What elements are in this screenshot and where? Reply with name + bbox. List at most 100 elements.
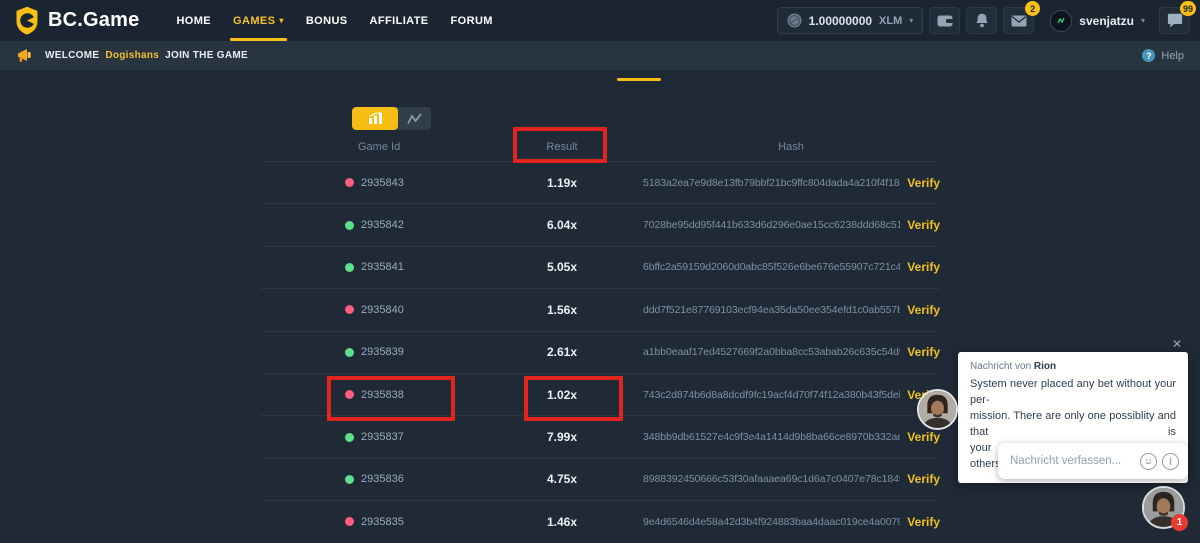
table-row: 2935836 4.75x 8988392450666c53f30afaaaea… [260, 458, 940, 500]
wallet-button[interactable] [929, 7, 960, 34]
column-header-hash: Hash [624, 141, 900, 153]
status-dot-icon [345, 433, 354, 442]
info-icon[interactable] [1162, 453, 1179, 470]
chat-from-label: Nachricht von [970, 361, 1031, 372]
top-navbar: BC.Game HOME GAMES ▾ BONUS AFFILIATE FOR… [0, 0, 1200, 41]
notifications-button[interactable] [966, 7, 997, 34]
result-value: 6.04x [500, 218, 624, 232]
header-controls: 1.00000000 XLM ▾ [777, 7, 1190, 34]
game-id-value: 2935838 [361, 389, 404, 401]
chat-toggle-button[interactable]: 99 [1159, 7, 1190, 34]
brand[interactable]: BC.Game [14, 6, 139, 35]
trend-line-icon [407, 113, 422, 125]
status-dot-icon [345, 390, 354, 399]
game-id-cell: 2935841 [260, 261, 500, 273]
game-id-cell: 2935843 [260, 177, 500, 189]
status-dot-icon [345, 178, 354, 187]
game-id-value: 2935843 [361, 177, 404, 189]
nav-games[interactable]: GAMES ▾ [222, 0, 295, 41]
chat-message-line: System never placed any bet without your… [970, 377, 1176, 409]
game-id-cell: 2935839 [260, 346, 500, 358]
chevron-down-icon: ▾ [279, 17, 283, 25]
chat-input[interactable] [1010, 455, 1135, 467]
result-value: 1.56x [500, 303, 624, 317]
status-dot-icon [345, 305, 354, 314]
table-row: 2935838 1.02x 743c2d874b6d8a8dcdf9fc19ac… [260, 373, 940, 415]
verify-link[interactable]: Verify [900, 515, 940, 529]
welcome-suffix: JOIN THE GAME [165, 50, 248, 61]
table-row: 2935843 1.19x 5183a2ea7e9d8e13fb79bbf21b… [260, 161, 940, 203]
tab-indicator [617, 78, 661, 81]
game-id-value: 2935841 [361, 261, 404, 273]
trend-view-button[interactable] [398, 107, 431, 130]
hash-value: 5183a2ea7e9d8e13fb79bbf21bc9ffc804dada4a… [624, 177, 900, 189]
verify-link[interactable]: Verify [900, 472, 940, 486]
user-menu[interactable]: svenjatzu ▾ [1050, 10, 1145, 32]
chat-input-container [998, 443, 1188, 479]
verify-link[interactable]: Verify [900, 303, 940, 317]
table-row: 2935837 7.99x 348bb9db61527e4c9f3e4a1414… [260, 415, 940, 457]
hash-value: 9e4d6546d4e58a42d3b4f924883baa4daac019ce… [624, 516, 900, 528]
game-id-cell: 2935835 [260, 516, 500, 528]
bar-chart-icon [368, 112, 383, 125]
bcgame-logo-icon [14, 6, 40, 35]
column-header-game-id: Game Id [260, 141, 500, 153]
envelope-icon [1011, 15, 1027, 27]
sender-avatar[interactable] [917, 389, 958, 430]
nav-affiliate[interactable]: AFFILIATE [359, 0, 440, 41]
balance-amount: 1.00000000 [809, 14, 872, 28]
wallet-icon [937, 14, 953, 27]
table-row: 2935839 2.61x a1bb0eaaf17ed4527669f2a0bb… [260, 331, 940, 373]
result-value: 2.61x [500, 345, 624, 359]
help-label: Help [1161, 50, 1184, 62]
game-id-value: 2935842 [361, 219, 404, 231]
mail-badge: 2 [1025, 1, 1040, 16]
table-row: 2935842 6.04x 7028be95dd95f441b633d6d296… [260, 203, 940, 245]
verify-link[interactable]: Verify [900, 345, 940, 359]
game-id-cell: 2935837 [260, 431, 500, 443]
bell-icon [975, 13, 989, 28]
megaphone-icon [16, 48, 33, 63]
balance-selector[interactable]: 1.00000000 XLM ▾ [777, 7, 924, 34]
emoji-icon[interactable] [1140, 453, 1157, 470]
welcome-username: Dogishans [105, 50, 159, 61]
nav-games-label: GAMES [233, 15, 275, 27]
messages-button[interactable]: 2 [1003, 7, 1034, 34]
chat-sender-name: Rion [1034, 361, 1056, 372]
chat-badge: 99 [1180, 1, 1196, 16]
chat-user-avatar[interactable]: 1 [1142, 486, 1185, 529]
verify-link[interactable]: Verify [900, 260, 940, 274]
column-header-result: Result [500, 141, 624, 153]
chat-unread-badge: 1 [1171, 514, 1188, 531]
game-id-value: 2935839 [361, 346, 404, 358]
game-history-table: Game Id Result Hash 2935843 1.19x 5183a2… [260, 132, 940, 543]
verify-link[interactable]: Verify [900, 430, 940, 444]
result-value: 1.19x [500, 176, 624, 190]
chevron-down-icon: ▾ [1141, 17, 1145, 25]
status-dot-icon [345, 348, 354, 357]
chat-bubble-icon [1167, 13, 1183, 28]
verify-link[interactable]: Verify [900, 176, 940, 190]
xlm-coin-icon [787, 13, 802, 28]
game-id-value: 2935836 [361, 473, 404, 485]
help-button[interactable]: ? Help [1142, 49, 1184, 62]
nav-home[interactable]: HOME [165, 0, 222, 41]
table-header-row: Game Id Result Hash [260, 132, 940, 161]
nav-forum[interactable]: FORUM [440, 0, 504, 41]
history-view-button[interactable] [352, 107, 398, 130]
game-id-value: 2935837 [361, 431, 404, 443]
result-value: 5.05x [500, 260, 624, 274]
hash-value: 348bb9db61527e4c9f3e4a1414d9b8ba66ce8970… [624, 431, 900, 443]
game-id-cell: 2935842 [260, 219, 500, 231]
status-dot-icon [345, 221, 354, 230]
verify-link[interactable]: Verify [900, 218, 940, 232]
chat-close-icon[interactable]: ✕ [1172, 337, 1182, 351]
chevron-down-icon: ▾ [909, 17, 913, 25]
help-icon: ? [1142, 49, 1155, 62]
game-id-value: 2935840 [361, 304, 404, 316]
game-id-cell: 2935836 [260, 473, 500, 485]
hash-value: 743c2d874b6d8a8dcdf9fc19acf4d70f74f12a38… [624, 389, 900, 401]
user-avatar [1050, 10, 1072, 32]
nav-bonus[interactable]: BONUS [295, 0, 359, 41]
game-id-value: 2935835 [361, 516, 404, 528]
